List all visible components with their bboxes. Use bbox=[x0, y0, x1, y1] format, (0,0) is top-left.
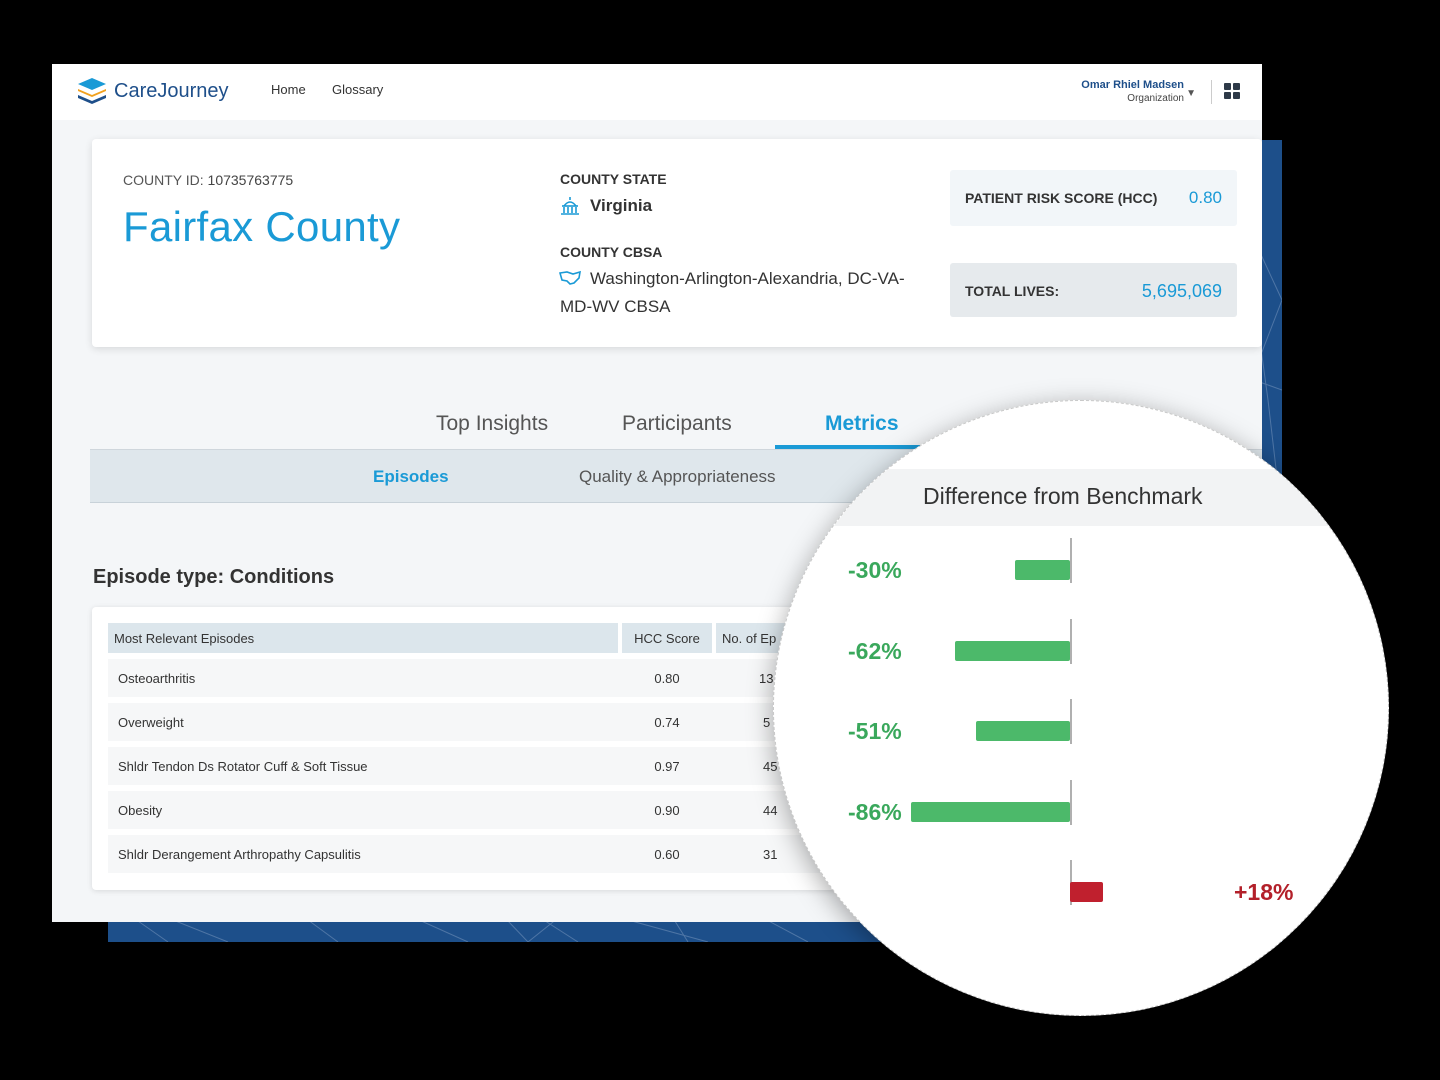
benchmark-zero-axis bbox=[1070, 779, 1072, 825]
us-map-icon bbox=[559, 270, 581, 285]
county-state-value: Virginia bbox=[590, 196, 653, 215]
hcc-score: 0.90 bbox=[654, 803, 680, 818]
benchmark-zero-axis bbox=[1070, 699, 1072, 744]
benchmark-value-label: -30% bbox=[848, 557, 902, 583]
benchmark-value-label: -86% bbox=[848, 798, 902, 825]
benchmark-value-label: -51% bbox=[848, 718, 902, 744]
episode-count: 45 bbox=[763, 759, 778, 774]
user-name: Omar Rhiel Madsen bbox=[1081, 79, 1184, 91]
county-state-label: COUNTY STATE bbox=[560, 171, 667, 187]
tab-top-insights[interactable]: Top Insights bbox=[436, 412, 548, 436]
apps-grid-icon[interactable] bbox=[1224, 83, 1240, 99]
section-title: Episode type: Conditions bbox=[93, 566, 335, 588]
episode-name: Obesity bbox=[118, 803, 163, 818]
header-hcc-score[interactable]: HCC Score bbox=[622, 623, 712, 653]
benchmark-magnifier: Difference from Benchmark -30% -62% -51% -8… bbox=[773, 400, 1389, 1016]
county-summary-card: COUNTY ID: 10735763775 Fairfax County CO… bbox=[92, 139, 1262, 347]
benchmark-value-label: +18% bbox=[1234, 879, 1294, 905]
total-lives-box: TOTAL LIVES: 5,695,069 bbox=[950, 263, 1237, 317]
total-lives-value: 5,695,069 bbox=[1141, 281, 1222, 301]
benchmark-title: Difference from Benchmark bbox=[923, 483, 1203, 509]
benchmark-bar bbox=[955, 640, 1070, 661]
caret-down-icon[interactable]: ▼ bbox=[1186, 88, 1196, 99]
county-id-label: COUNTY ID: bbox=[123, 172, 204, 188]
county-cbsa-label: COUNTY CBSA bbox=[560, 244, 663, 260]
active-tab-indicator bbox=[775, 445, 920, 449]
county-cbsa-line2: MD-WV CBSA bbox=[560, 297, 671, 316]
tab-metrics[interactable]: Metrics bbox=[825, 412, 899, 436]
risk-score-label: PATIENT RISK SCORE (HCC) bbox=[965, 190, 1158, 206]
episode-name: Shldr Derangement Arthropathy Capsulitis bbox=[118, 847, 361, 862]
header-most-relevant-episodes[interactable]: Most Relevant Episodes bbox=[108, 623, 618, 653]
risk-score-value: 0.80 bbox=[1188, 188, 1222, 207]
county-cbsa-line1: Washington-Arlington-Alexandria, DC-VA- bbox=[590, 269, 905, 288]
logo-text: CareJourney bbox=[114, 79, 229, 102]
county-id-value: 10735763775 bbox=[207, 172, 294, 188]
benchmark-bar bbox=[1014, 560, 1070, 580]
benchmark-bar bbox=[1070, 882, 1104, 902]
subtab-episodes[interactable]: Episodes bbox=[373, 467, 449, 487]
episode-count: 5 bbox=[763, 715, 771, 730]
hcc-score: 0.97 bbox=[654, 759, 680, 774]
episode-count: 31 bbox=[763, 847, 778, 862]
episode-name: Shldr Tendon Ds Rotator Cuff & Soft Tiss… bbox=[118, 759, 368, 774]
episode-count: 13 bbox=[759, 671, 774, 686]
topbar-divider bbox=[1211, 80, 1212, 104]
episode-name: Osteoarthritis bbox=[118, 671, 196, 686]
episode-name: Overweight bbox=[118, 715, 184, 730]
nav-home-link[interactable]: Home bbox=[271, 82, 306, 97]
tab-participants[interactable]: Participants bbox=[622, 412, 732, 436]
patient-risk-score-box: PATIENT RISK SCORE (HCC) 0.80 bbox=[950, 170, 1237, 226]
carejourney-logo[interactable]: CareJourney bbox=[76, 76, 229, 106]
benchmark-value-label: -62% bbox=[848, 637, 902, 664]
benchmark-zero-axis bbox=[1070, 618, 1072, 664]
total-lives-label: TOTAL LIVES: bbox=[965, 283, 1060, 299]
subtab-quality-appropriateness[interactable]: Quality & Appropriateness bbox=[579, 467, 776, 487]
hcc-score: 0.60 bbox=[654, 847, 680, 862]
benchmark-bar bbox=[975, 721, 1070, 741]
county-id: COUNTY ID: 10735763775 bbox=[123, 172, 293, 188]
user-menu[interactable]: Omar Rhiel Madsen Organization bbox=[1081, 79, 1184, 104]
hcc-score: 0.74 bbox=[654, 715, 680, 730]
capitol-icon bbox=[561, 197, 579, 215]
nav-glossary-link[interactable]: Glossary bbox=[332, 82, 383, 97]
episode-count: 44 bbox=[763, 803, 778, 818]
user-role: Organization bbox=[1127, 93, 1184, 104]
county-name: Fairfax County bbox=[123, 203, 401, 250]
logo-stack-icon bbox=[78, 78, 106, 104]
hcc-score: 0.80 bbox=[654, 671, 680, 686]
benchmark-bar bbox=[911, 801, 1070, 822]
benchmark-zero-axis bbox=[1070, 538, 1072, 583]
top-navigation-bar: CareJourney Home Glossary Omar Rhiel Mad… bbox=[52, 64, 1262, 120]
